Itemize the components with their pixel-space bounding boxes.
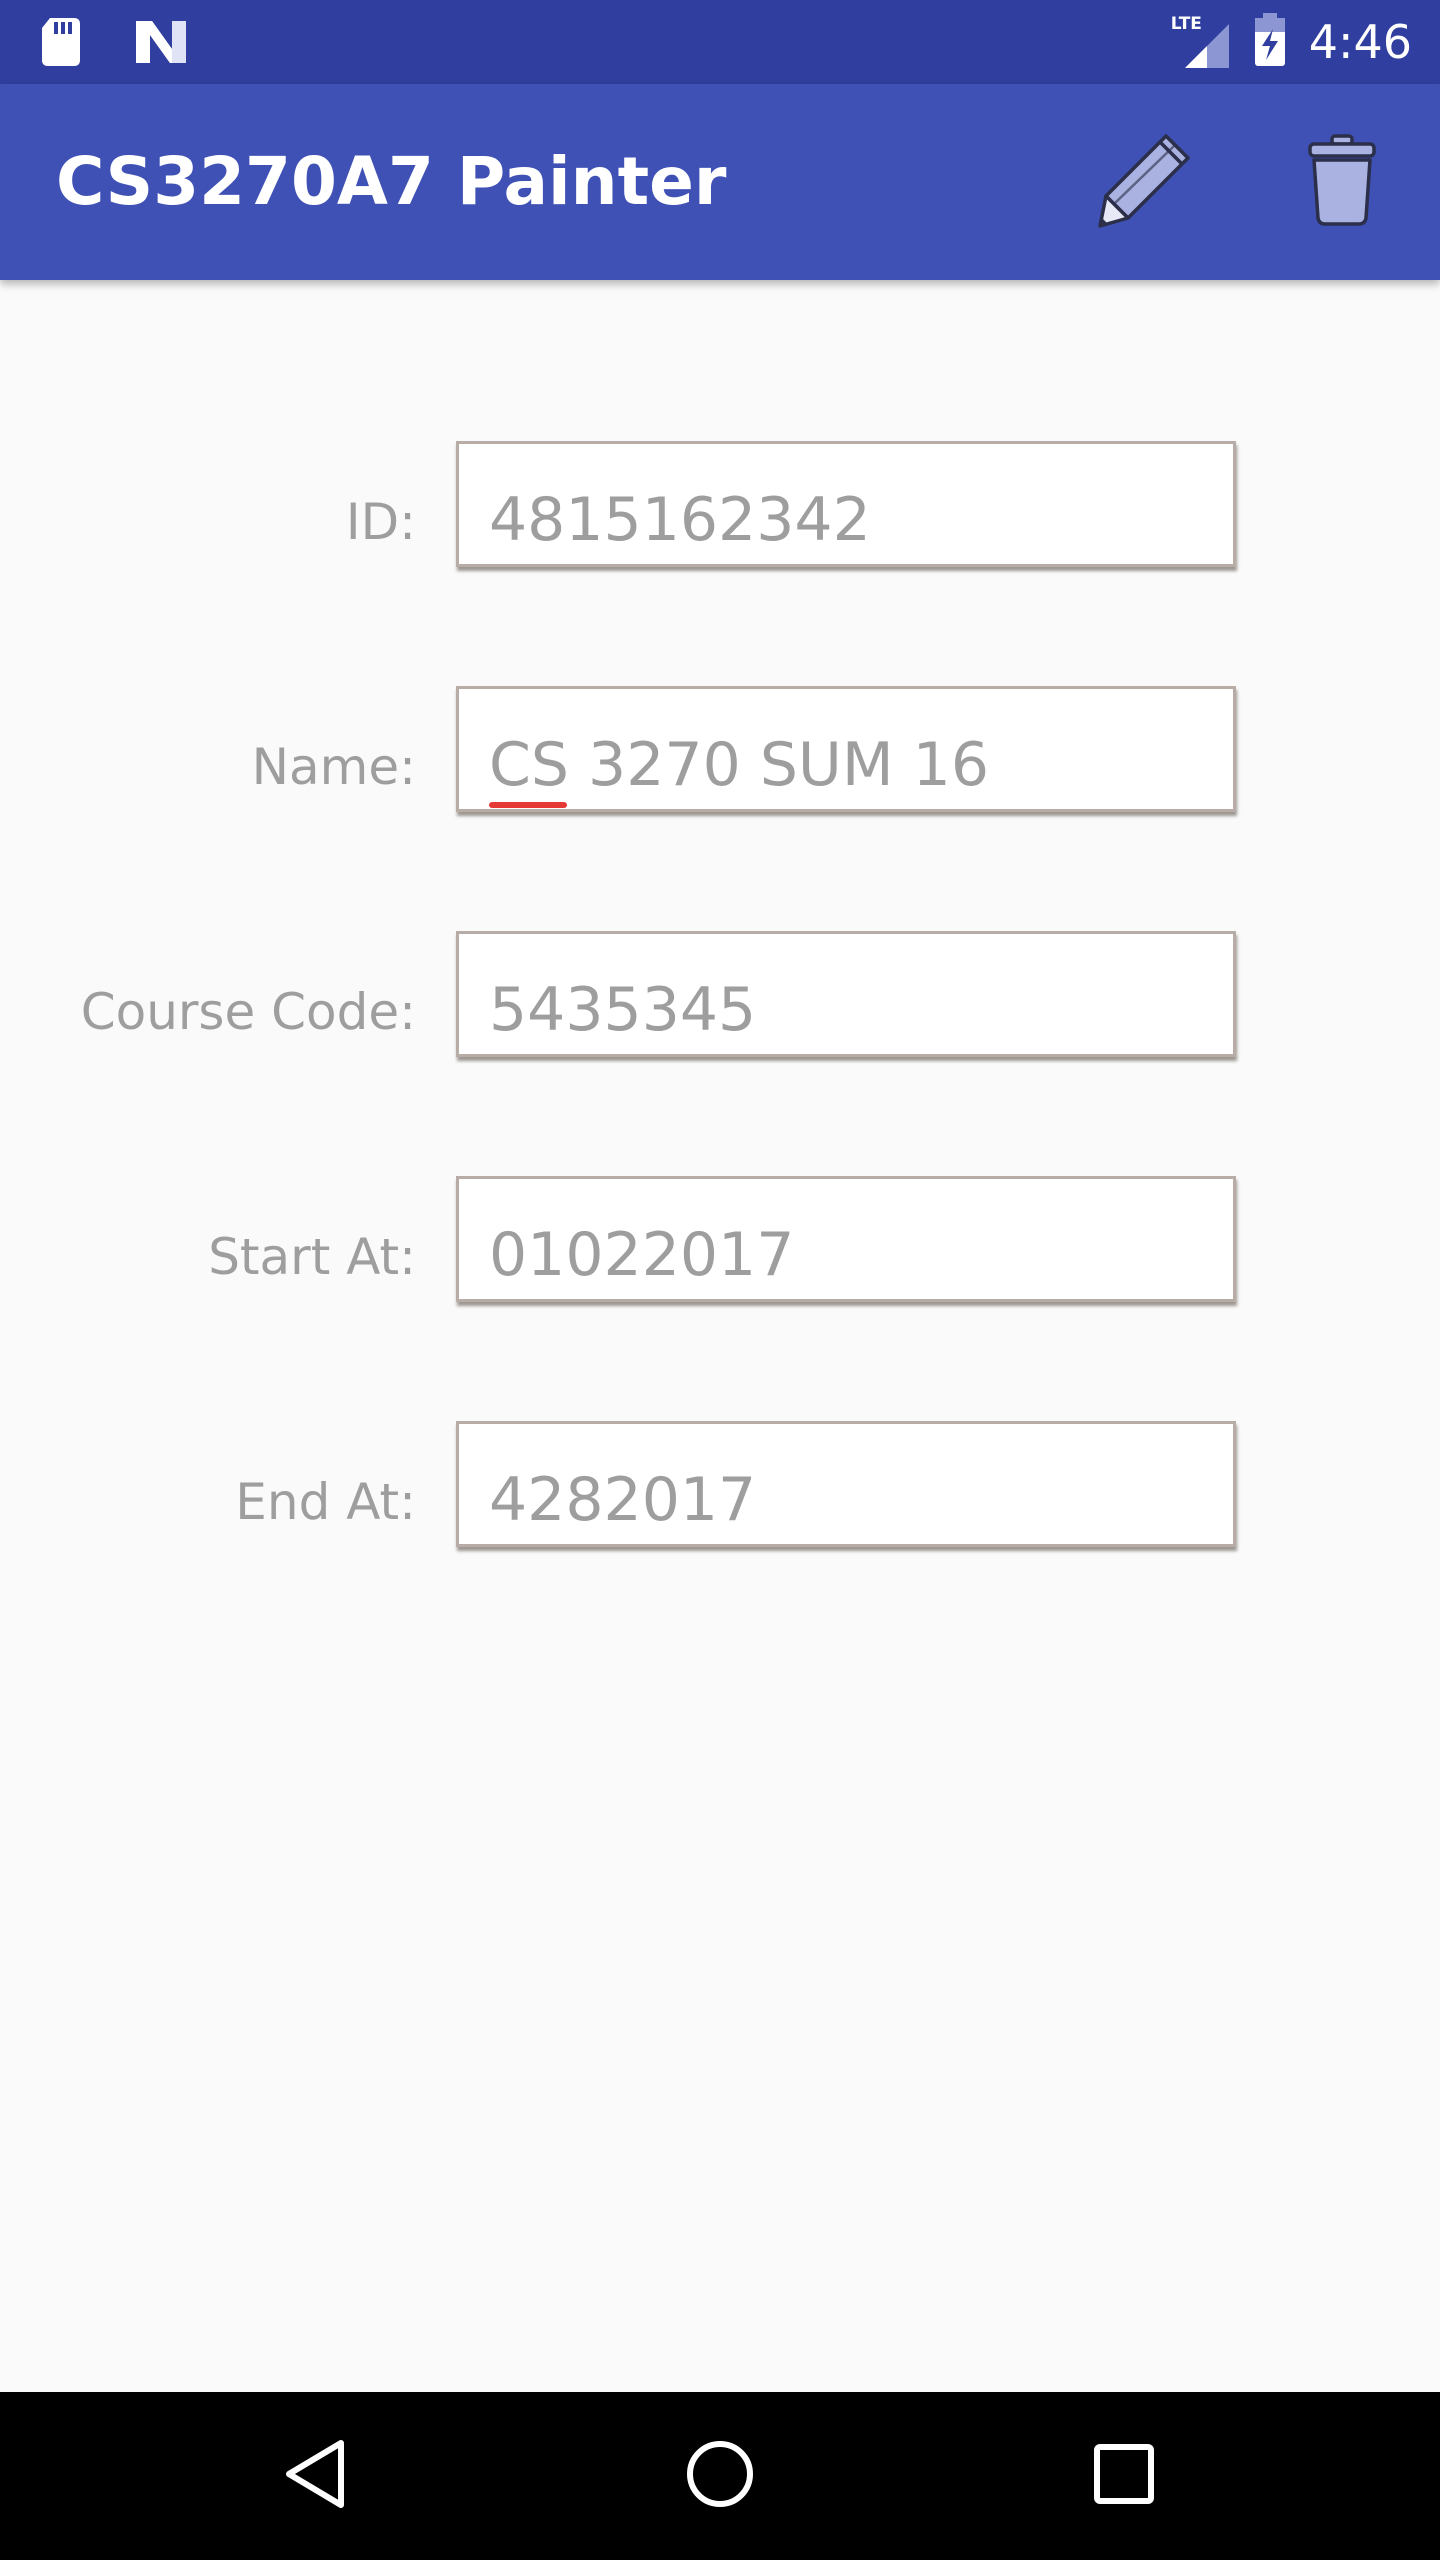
form-row-end-at: End At: 4282017 [0, 1421, 1440, 1553]
delete-button[interactable] [1290, 130, 1394, 234]
battery-charging-icon [1253, 13, 1287, 71]
end-at-value: 4282017 [489, 1465, 757, 1535]
app-bar: CS3270A7 Painter [0, 84, 1440, 280]
home-button[interactable] [670, 2426, 770, 2526]
id-value: 4815162342 [489, 485, 871, 555]
clock: 4:46 [1308, 15, 1412, 69]
end-at-field[interactable]: 4282017 [456, 1421, 1236, 1547]
status-bar: LTE 4:46 [0, 0, 1440, 84]
back-button[interactable] [266, 2426, 366, 2526]
home-circle-icon [684, 2438, 756, 2514]
id-field[interactable]: 4815162342 [456, 441, 1236, 567]
name-label: Name: [251, 738, 416, 796]
notification-n-icon [134, 19, 188, 69]
spellcheck-underline [489, 802, 567, 808]
lte-signal-icon: LTE [1171, 14, 1231, 70]
back-triangle-icon [281, 2437, 351, 2515]
sd-card-icon [40, 16, 82, 72]
form-row-start-at: Start At: 01022017 [0, 1176, 1440, 1308]
start-at-field[interactable]: 01022017 [456, 1176, 1236, 1302]
edit-button[interactable] [1092, 130, 1196, 234]
screen: LTE 4:46 CS3270A7 Painter ID: 4815162342… [0, 0, 1440, 2560]
name-field[interactable]: CS 3270 SUM 16 [456, 686, 1236, 812]
form-row-course-code: Course Code: 5435345 [0, 931, 1440, 1063]
end-at-label: End At: [235, 1473, 416, 1531]
id-label: ID: [345, 493, 416, 551]
course-code-field[interactable]: 5435345 [456, 931, 1236, 1057]
navigation-bar [0, 2392, 1440, 2560]
course-code-label: Course Code: [80, 983, 416, 1041]
network-label: LTE [1170, 14, 1202, 34]
app-title: CS3270A7 Painter [56, 143, 727, 220]
course-code-value: 5435345 [489, 975, 757, 1045]
trash-icon [1302, 132, 1382, 232]
start-at-label: Start At: [208, 1228, 416, 1286]
recents-button[interactable] [1074, 2426, 1174, 2526]
pencil-icon [1094, 130, 1194, 234]
name-value: CS 3270 SUM 16 [489, 730, 990, 800]
recents-square-icon [1092, 2442, 1156, 2510]
form-row-id: ID: 4815162342 [0, 441, 1440, 573]
form-row-name: Name: CS 3270 SUM 16 [0, 686, 1440, 818]
start-at-value: 01022017 [489, 1220, 795, 1290]
